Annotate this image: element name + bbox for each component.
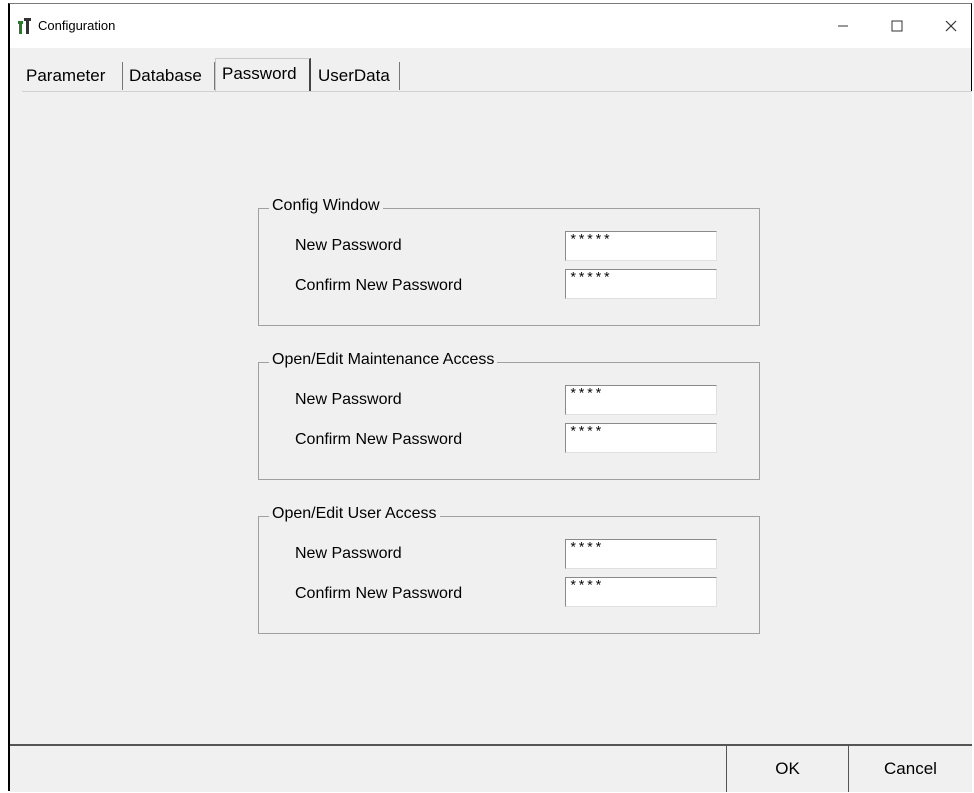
minimize-button[interactable]	[820, 10, 866, 42]
configuration-window: Configuration Parameter Database Passwor…	[8, 3, 972, 792]
maximize-icon	[891, 20, 903, 32]
close-button[interactable]	[928, 10, 974, 42]
maintenance-access-group: Open/Edit Maintenance Access New Passwor…	[258, 351, 760, 480]
password-tab-panel: Config Window New Password ***** Confirm…	[22, 91, 972, 747]
maximize-button[interactable]	[874, 10, 920, 42]
user-access-group: Open/Edit User Access New Password **** …	[258, 505, 760, 634]
title-bar[interactable]: Configuration	[10, 4, 971, 48]
confirm-password-label: Confirm New Password	[295, 431, 463, 448]
confirm-password-field[interactable]: ****	[565, 423, 717, 453]
config-window-group: Config Window New Password ***** Confirm…	[258, 197, 760, 326]
tab-userdata[interactable]: UserData	[312, 62, 400, 90]
window-title: Configuration	[38, 18, 116, 33]
new-password-field[interactable]: ****	[565, 385, 717, 415]
tab-strip: Parameter Database Password UserData	[20, 58, 961, 92]
group-title: Open/Edit Maintenance Access	[269, 351, 498, 369]
new-password-label: New Password	[295, 237, 402, 254]
ok-button[interactable]: OK	[726, 746, 848, 792]
close-icon	[945, 20, 957, 32]
minimize-icon	[838, 25, 848, 27]
new-password-label: New Password	[295, 545, 402, 562]
tab-parameter[interactable]: Parameter	[20, 62, 123, 90]
tab-password[interactable]: Password	[215, 58, 311, 92]
tools-icon	[18, 18, 32, 34]
new-password-field[interactable]: ****	[565, 539, 717, 569]
confirm-password-field[interactable]: *****	[565, 269, 717, 299]
confirm-password-label: Confirm New Password	[295, 585, 463, 602]
confirm-password-label: Confirm New Password	[295, 277, 463, 294]
tab-database[interactable]: Database	[123, 62, 215, 90]
button-bar: OK Cancel	[10, 744, 972, 792]
confirm-password-field[interactable]: ****	[565, 577, 717, 607]
new-password-field[interactable]: *****	[565, 231, 717, 261]
new-password-label: New Password	[295, 391, 402, 408]
cancel-button[interactable]: Cancel	[848, 746, 972, 792]
group-title: Config Window	[269, 197, 383, 215]
group-title: Open/Edit User Access	[269, 505, 440, 523]
